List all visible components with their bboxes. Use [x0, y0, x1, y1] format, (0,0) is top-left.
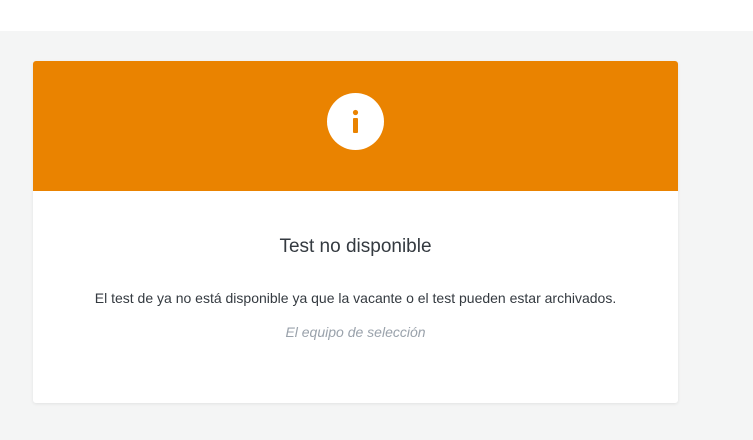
top-bar — [0, 0, 753, 31]
card-title: Test no disponible — [279, 236, 432, 257]
info-icon — [327, 93, 384, 150]
card-header — [33, 61, 678, 191]
card-message: El test de ya no está disponible ya que … — [94, 290, 617, 306]
card-signature: El equipo de selección — [285, 324, 426, 340]
unavailable-card: Test no disponible El test de ya no está… — [33, 61, 678, 403]
